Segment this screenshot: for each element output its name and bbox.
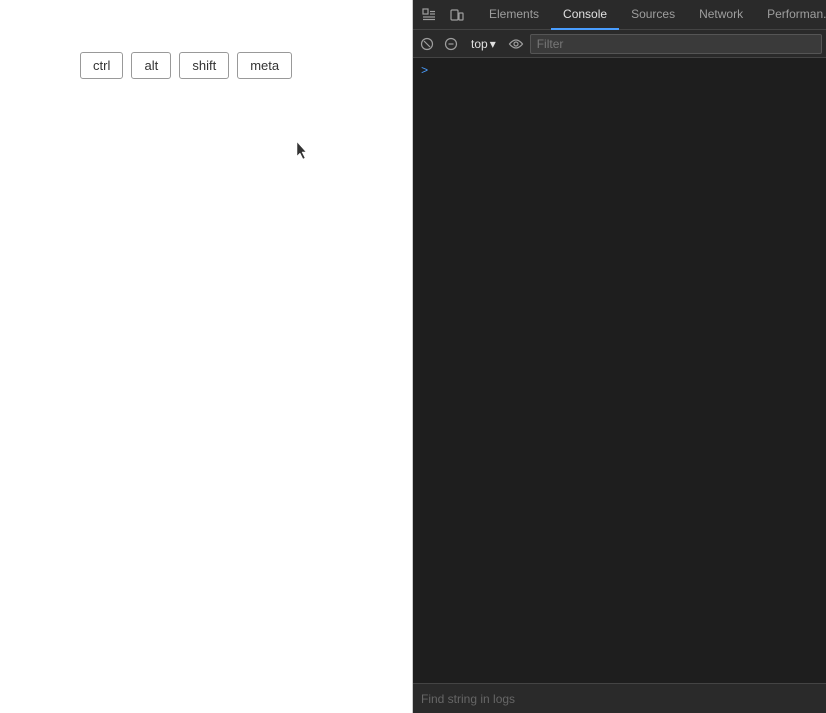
tab-performance[interactable]: Performan... — [755, 0, 826, 30]
tab-elements[interactable]: Elements — [477, 0, 551, 30]
tab-network[interactable]: Network — [687, 0, 755, 30]
context-dropdown[interactable]: top ▾ — [465, 35, 502, 53]
key-buttons-container: ctrl alt shift meta — [0, 0, 412, 79]
live-expressions-button[interactable] — [506, 34, 526, 54]
meta-button[interactable]: meta — [237, 52, 292, 79]
alt-button[interactable]: alt — [131, 52, 171, 79]
devtools-icon-group — [417, 3, 477, 27]
mouse-cursor — [297, 142, 309, 160]
console-toolbar: top ▾ — [413, 30, 826, 58]
chevron-down-icon: ▾ — [490, 37, 496, 51]
filter-button[interactable] — [441, 34, 461, 54]
ctrl-button[interactable]: ctrl — [80, 52, 123, 79]
devtools-panel: Elements Console Sources Network Perform… — [413, 0, 826, 713]
console-output-area: > — [413, 58, 826, 683]
filter-input[interactable] — [530, 34, 822, 54]
shift-button[interactable]: shift — [179, 52, 229, 79]
inspect-element-icon[interactable] — [417, 3, 441, 27]
console-prompt-line: > — [413, 62, 826, 80]
devtools-tabs-bar: Elements Console Sources Network Perform… — [413, 0, 826, 30]
console-prompt-arrow: > — [421, 64, 428, 78]
tab-console[interactable]: Console — [551, 0, 619, 30]
find-string-input[interactable] — [421, 692, 818, 706]
find-bar — [413, 683, 826, 713]
tab-sources[interactable]: Sources — [619, 0, 687, 30]
clear-console-button[interactable] — [417, 34, 437, 54]
device-toolbar-icon[interactable] — [445, 3, 469, 27]
left-panel: ctrl alt shift meta — [0, 0, 413, 713]
